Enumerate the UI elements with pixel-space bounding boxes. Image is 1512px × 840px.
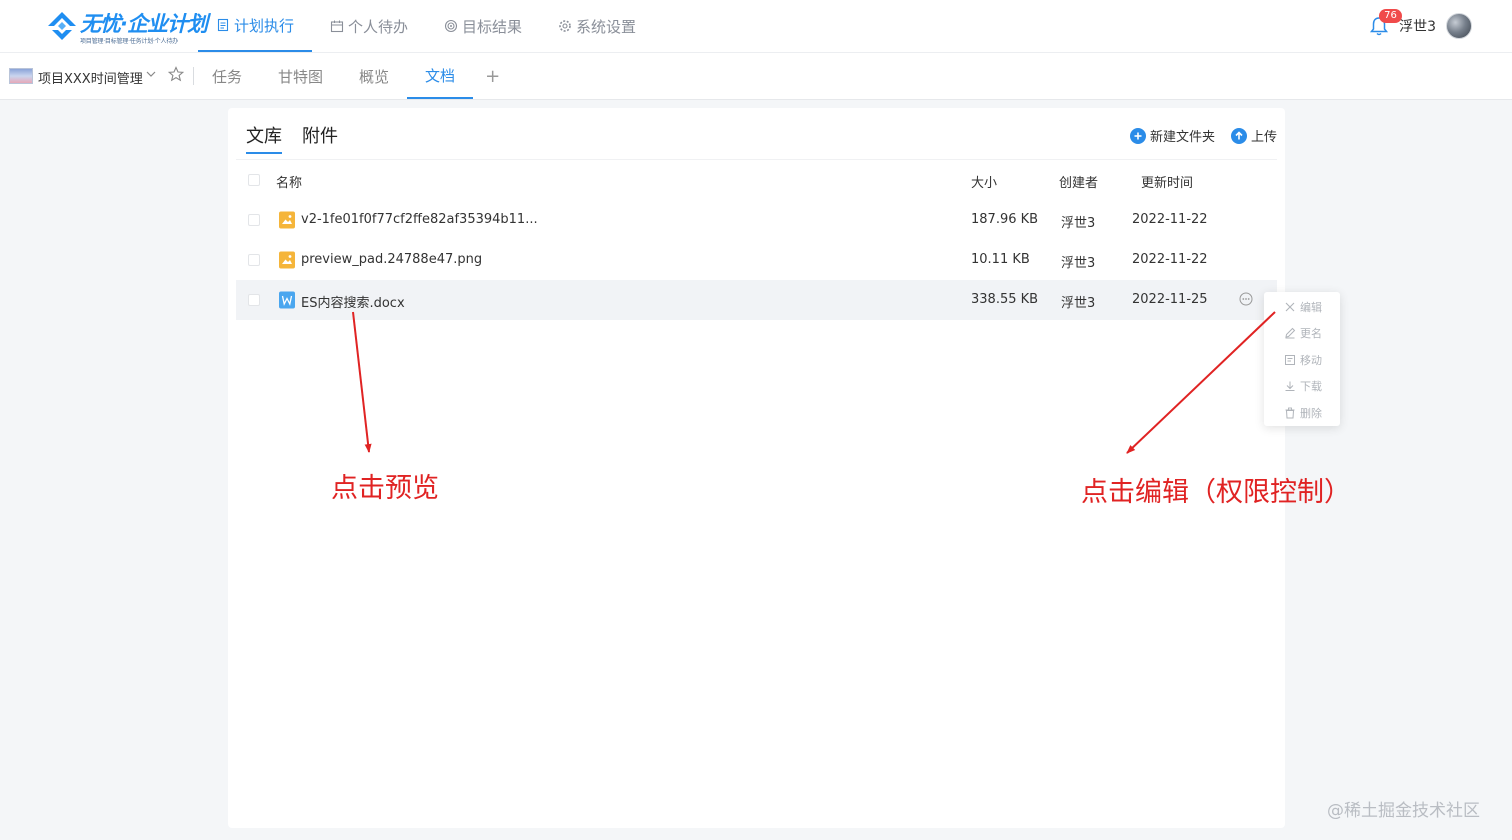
menu-item-download[interactable]: 下载 <box>1264 373 1340 399</box>
main-nav: 计划执行 个人待办 目标结果 系统设置 <box>198 0 654 52</box>
library-tabs: 文库 附件 <box>246 122 338 154</box>
nav-label: 个人待办 <box>348 17 409 36</box>
image-file-icon <box>279 211 295 229</box>
target-icon <box>444 19 458 33</box>
document-icon <box>217 18 229 32</box>
nav-goal-results[interactable]: 目标结果 <box>426 0 540 52</box>
nav-system-settings[interactable]: 系统设置 <box>540 0 654 52</box>
new-folder-button[interactable]: 新建文件夹 <box>1129 126 1215 145</box>
menu-item-label: 编辑 <box>1300 301 1322 314</box>
calendar-icon <box>330 20 344 33</box>
file-name[interactable]: v2-1fe01f0f77cf2ffe82af35394b11... <box>301 212 538 227</box>
logo-mark-icon <box>48 12 76 40</box>
tab-overview[interactable]: 概览 <box>341 53 407 99</box>
add-tab-button[interactable]: + <box>473 53 512 99</box>
file-creator: 浮世3 <box>1061 256 1096 271</box>
file-name[interactable]: ES内容搜索.docx <box>301 292 405 311</box>
file-context-menu: 编辑 更名 移动 下载 删除 <box>1264 292 1340 426</box>
avatar[interactable] <box>1446 13 1472 39</box>
menu-item-label: 删除 <box>1300 407 1322 420</box>
top-header: 无忧·企业计划 项目管理·目标管理·任务计划·个人待办 计划执行 个人待办 目标… <box>0 0 1512 53</box>
menu-item-rename[interactable]: 更名 <box>1264 320 1340 346</box>
tab-gantt[interactable]: 甘特图 <box>260 53 341 99</box>
column-size[interactable]: 大小 <box>971 172 997 191</box>
chevron-down-icon[interactable] <box>144 67 158 81</box>
file-name[interactable]: preview_pad.24788e47.png <box>301 252 482 267</box>
table-row[interactable]: v2-1fe01f0f77cf2ffe82af35394b11... 187.9… <box>236 200 1277 240</box>
upload-button[interactable]: 上传 <box>1230 126 1277 145</box>
upload-icon <box>1230 127 1247 144</box>
menu-item-move[interactable]: 移动 <box>1264 347 1340 373</box>
nav-label: 目标结果 <box>462 17 523 36</box>
column-updated[interactable]: 更新时间 <box>1141 172 1193 191</box>
menu-item-edit[interactable]: 编辑 <box>1264 294 1340 320</box>
word-file-icon <box>279 291 295 309</box>
project-tabs: 任务 甘特图 概览 文档 + <box>194 53 512 99</box>
pencil-icon <box>1285 327 1296 339</box>
new-folder-label: 新建文件夹 <box>1149 130 1215 145</box>
file-creator: 浮世3 <box>1061 216 1096 231</box>
row-checkbox[interactable] <box>248 214 260 226</box>
file-creator: 浮世3 <box>1061 296 1096 311</box>
project-thumbnail <box>9 68 33 84</box>
tab-tasks[interactable]: 任务 <box>194 53 260 99</box>
notification-badge: 76 <box>1379 9 1402 23</box>
file-updated: 2022-11-25 <box>1132 292 1208 307</box>
upload-label: 上传 <box>1250 130 1277 145</box>
gear-icon <box>559 20 571 32</box>
file-size: 187.96 KB <box>971 212 1039 227</box>
more-options-icon[interactable] <box>1239 292 1253 306</box>
edit-cross-icon <box>1285 302 1295 312</box>
logo-subtitle: 项目管理·目标管理·任务计划·个人待办 <box>80 38 178 45</box>
menu-item-label: 下载 <box>1300 380 1322 393</box>
nav-label: 计划执行 <box>234 16 295 35</box>
project-bar: 项目XXX时间管理 任务 甘特图 概览 文档 + <box>0 53 1512 100</box>
menu-item-label: 移动 <box>1300 354 1322 367</box>
menu-item-label: 更名 <box>1300 327 1322 340</box>
menu-item-delete[interactable]: 删除 <box>1264 400 1340 426</box>
table-row[interactable]: preview_pad.24788e47.png 10.11 KB 浮世3 20… <box>236 240 1277 280</box>
doc-actions: 新建文件夹 上传 <box>1129 126 1277 145</box>
download-icon <box>1285 381 1295 391</box>
watermark: @稀土掘金技术社区 <box>1327 801 1480 821</box>
file-updated: 2022-11-22 <box>1132 252 1208 267</box>
username[interactable]: 浮世3 <box>1399 16 1436 36</box>
nav-label: 系统设置 <box>576 17 637 36</box>
plus-icon <box>1129 127 1146 144</box>
preview-annotation: 点击预览 <box>331 473 439 504</box>
table-row[interactable]: ES内容搜索.docx 338.55 KB 浮世3 2022-11-25 <box>236 280 1277 320</box>
select-all-checkbox[interactable] <box>248 174 260 186</box>
trash-icon <box>1285 407 1295 419</box>
project-name[interactable]: 项目XXX时间管理 <box>38 68 143 87</box>
star-icon[interactable] <box>168 66 184 82</box>
column-name[interactable]: 名称 <box>276 172 302 191</box>
table-header: 名称 大小 创建者 更新时间 <box>236 160 1277 200</box>
logo-title: 无忧·企业计划 <box>80 12 208 36</box>
user-area: 76 浮世3 <box>1369 9 1472 42</box>
tab-documents[interactable]: 文档 <box>407 53 474 99</box>
move-icon <box>1285 355 1295 365</box>
image-file-icon <box>279 251 295 269</box>
row-checkbox[interactable] <box>248 294 260 306</box>
file-size: 10.11 KB <box>971 252 1030 267</box>
edit-annotation: 点击编辑（权限控制） <box>1081 477 1351 508</box>
nav-personal-todo[interactable]: 个人待办 <box>312 0 426 52</box>
tab-attachments[interactable]: 附件 <box>302 122 338 154</box>
tab-library[interactable]: 文库 <box>246 122 282 154</box>
nav-plan-execution[interactable]: 计划执行 <box>198 0 313 52</box>
notification-button[interactable]: 76 <box>1369 9 1402 37</box>
row-checkbox[interactable] <box>248 254 260 266</box>
file-size: 338.55 KB <box>971 292 1039 307</box>
app-logo[interactable]: 无忧·企业计划 项目管理·目标管理·任务计划·个人待办 <box>46 8 208 46</box>
file-updated: 2022-11-22 <box>1132 212 1208 227</box>
column-creator[interactable]: 创建者 <box>1059 172 1098 191</box>
